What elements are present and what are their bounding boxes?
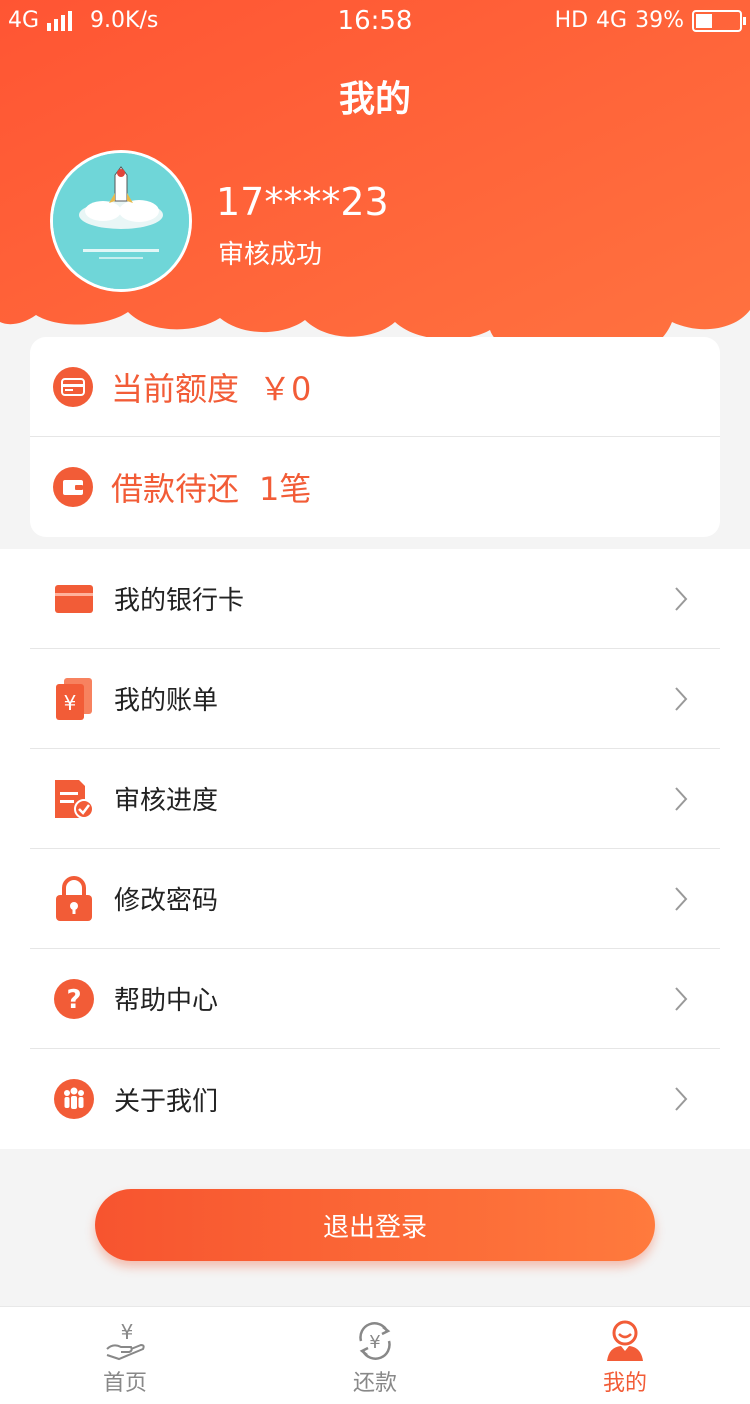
bank-card-icon — [52, 577, 96, 621]
profile-icon — [607, 1320, 643, 1361]
svg-text:?: ? — [66, 985, 81, 1015]
wallet-icon — [53, 467, 93, 507]
page-title: 我的 — [338, 79, 411, 120]
menu-item-about-us[interactable]: 关于我们 — [30, 1049, 720, 1149]
about-us-icon — [52, 1077, 96, 1121]
lock-icon — [52, 875, 96, 921]
review-progress-icon — [52, 777, 96, 821]
tab-profile[interactable]: 我的 — [500, 1307, 750, 1404]
svg-text:¥: ¥ — [369, 1332, 380, 1353]
menu-label: 关于我们 — [114, 1086, 219, 1117]
credit-row[interactable]: 当前额度 ￥0 — [30, 337, 720, 437]
credit-label: 当前额度 — [111, 369, 240, 408]
bill-icon: ¥ — [52, 677, 96, 721]
chevron-right-icon — [666, 584, 696, 614]
credit-value: ￥0 — [259, 369, 312, 408]
battery-percent: 39% — [635, 8, 684, 33]
tab-repay[interactable]: ¥ 还款 — [250, 1307, 500, 1404]
loan-row[interactable]: 借款待还 1笔 — [30, 437, 720, 537]
avatar-image — [53, 153, 189, 289]
help-icon: ? — [52, 977, 96, 1021]
network-indicator-right: 4G — [596, 8, 628, 33]
menu-label: 修改密码 — [114, 886, 219, 916]
settings-menu: 我的银行卡 ¥ 我的账单 审核进度 修改密码 ? 帮助中心 关于我们 — [0, 549, 750, 1149]
chevron-right-icon — [666, 984, 696, 1014]
tab-home[interactable]: ¥ 首页 — [0, 1307, 250, 1404]
tab-label: 首页 — [102, 1371, 147, 1396]
user-phone: 17****23 — [216, 180, 389, 224]
repay-icon: ¥ — [359, 1322, 391, 1360]
tab-label: 我的 — [602, 1371, 647, 1396]
chevron-right-icon — [666, 1084, 696, 1114]
svg-text:¥: ¥ — [64, 691, 77, 715]
chevron-right-icon — [666, 684, 696, 714]
menu-item-bank-card[interactable]: 我的银行卡 — [30, 549, 720, 649]
menu-label: 审核进度 — [114, 786, 219, 816]
menu-label: 我的账单 — [114, 686, 219, 716]
chevron-right-icon — [666, 784, 696, 814]
menu-item-review-progress[interactable]: 审核进度 — [30, 749, 720, 849]
tab-bar: ¥ 首页 ¥ 还款 我的 — [0, 1306, 750, 1404]
menu-label: 我的银行卡 — [114, 586, 245, 616]
svg-text:¥: ¥ — [121, 1320, 134, 1344]
menu-item-bill[interactable]: ¥ 我的账单 — [30, 649, 720, 749]
logout-button[interactable]: 退出登录 — [95, 1189, 655, 1261]
hd-indicator: HD — [554, 8, 589, 33]
profile-header: 4G 9.0K/s 16:58 HD 4G 39% 我的 17****23 审核… — [0, 0, 750, 380]
verification-status: 审核成功 — [218, 240, 323, 270]
status-bar: 4G 9.0K/s 16:58 HD 4G 39% — [0, 0, 750, 44]
loan-label: 借款待还 — [111, 470, 240, 508]
chevron-right-icon — [666, 884, 696, 914]
avatar[interactable] — [50, 150, 192, 292]
battery-icon — [692, 9, 746, 32]
quota-card: 当前额度 ￥0 借款待还 1笔 — [30, 337, 720, 537]
tab-label: 还款 — [352, 1371, 397, 1396]
credit-card-icon — [53, 366, 93, 407]
menu-item-change-password[interactable]: 修改密码 — [30, 849, 720, 949]
loan-value: 1笔 — [259, 470, 312, 508]
menu-label: 帮助中心 — [114, 986, 219, 1016]
menu-item-help-center[interactable]: ? 帮助中心 — [30, 949, 720, 1049]
home-yen-icon: ¥ — [106, 1320, 145, 1361]
